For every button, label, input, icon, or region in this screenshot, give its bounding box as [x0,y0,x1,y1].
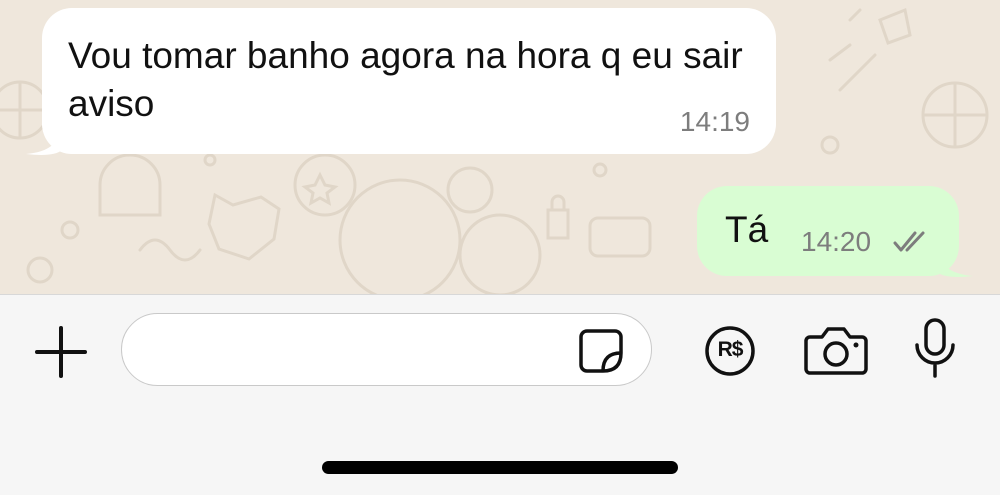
message-input-field[interactable] [150,328,574,374]
message-timestamp: 14:19 [679,106,750,137]
message-composer: R$ [0,294,1000,495]
camera-icon[interactable] [804,325,868,375]
chat-area[interactable]: Vou tomar banho agora na hora q eu sair … [0,0,1000,294]
message-text: Tá [725,209,769,250]
pix-icon[interactable]: R$ [704,325,756,377]
microphone-icon[interactable] [912,317,958,379]
outgoing-message-bubble[interactable]: Tá 14:20 [697,186,973,277]
bubble-tail [26,126,62,155]
message-timestamp: 14:20 [801,226,872,257]
sticker-icon[interactable] [577,327,625,375]
message-text: Vou tomar banho agora na hora q eu sair … [68,35,743,124]
message-input[interactable] [121,313,652,386]
plus-icon[interactable] [34,325,88,379]
incoming-message-bubble[interactable]: Vou tomar banho agora na hora q eu sair … [26,8,776,155]
bubble-tail [937,248,973,277]
pix-label: R$ [717,338,744,361]
read-receipt-icon [893,231,925,252]
home-indicator[interactable] [322,461,678,474]
